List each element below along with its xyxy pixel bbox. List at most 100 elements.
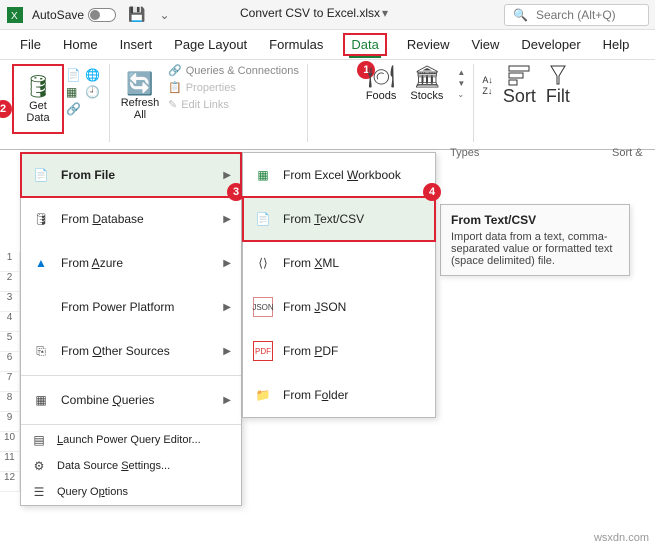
more-data-types-icon[interactable]: ⌄ [457,90,465,99]
row-header[interactable]: 10 [0,432,20,452]
refresh-icon: 🔄 [126,71,153,97]
scroll-up-icon[interactable]: ▲ [457,68,465,77]
tab-formulas[interactable]: Formulas [267,33,325,56]
title-bar: X AutoSave 💾 ⌄ Convert CSV to Excel.xlsx… [0,0,655,30]
menu-from-database[interactable]: 🛢 From Database ▶ [21,197,241,241]
group-label-sort: Sort & [612,147,643,159]
chevron-right-icon: ▶ [223,302,231,313]
ribbon: 🛢 Get Data 2 📄 🌐 ▦ 🕘 🔗 🔄 Refresh All 🔗Qu… [0,60,655,150]
get-data-mini-icons: 📄 🌐 ▦ 🕘 🔗 [66,68,101,116]
chevron-right-icon: ▶ [223,214,231,225]
search-box[interactable]: 🔍 [504,4,649,26]
submenu-from-workbook[interactable]: ▦ From Excel Workbook [243,153,435,197]
refresh-all-button[interactable]: 🔄 Refresh All [118,64,162,128]
tab-data[interactable]: Data [349,33,380,58]
menu-data-source-settings[interactable]: ⚙ Data Source Settings... [21,453,241,479]
tooltip-title: From Text/CSV [451,213,619,227]
tab-data-highlight: Data 1 [343,33,386,56]
filter-button[interactable]: Filt [546,64,570,107]
submenu-from-pdf[interactable]: PDF From PDF [243,329,435,373]
excel-file-icon: ▦ [253,165,273,185]
sort-button[interactable]: Sort [503,64,536,107]
data-type-foods[interactable]: 🍽Foods [366,64,397,102]
recent-sources-icon[interactable]: 🕘 [85,85,101,99]
menu-combine-queries[interactable]: ▦ Combine Queries ▶ [21,378,241,422]
existing-conn-icon[interactable]: 🔗 [66,102,82,116]
document-title[interactable]: Convert CSV to Excel.xlsx▾ [240,6,388,20]
save-icon[interactable]: 💾 [128,6,145,23]
row-header[interactable]: 11 [0,452,20,472]
svg-text:X: X [11,11,18,22]
xml-file-icon: ⟨⟩ [253,253,273,273]
sort-az-icon[interactable]: A↓Z↓ [482,75,493,96]
submenu-from-folder[interactable]: 📁 From Folder [243,373,435,417]
submenu-from-json[interactable]: JSON From JSON [243,285,435,329]
link-icon: 🔗 [168,64,182,77]
chevron-right-icon: ▶ [223,395,231,406]
row-header[interactable]: 9 [0,412,20,432]
search-icon: 🔍 [513,8,528,22]
pq-editor-icon: ▤ [31,432,47,448]
scroll-down-icon[interactable]: ▼ [457,79,465,88]
row-header[interactable]: 6 [0,352,20,372]
chevron-right-icon: ▶ [223,258,231,269]
edit-links-icon: ✎ [168,98,177,111]
azure-icon: ▲ [31,253,51,273]
menu-from-file[interactable]: 📄 From File ▶ 3 [21,153,241,197]
foods-icon: 🍽 [367,64,395,90]
row-header[interactable]: 1 [0,252,20,272]
json-file-icon: JSON [253,297,273,317]
tab-file[interactable]: File [18,33,43,56]
excel-app-icon: X [6,6,24,24]
data-type-stocks[interactable]: 🏛Stocks [410,64,443,102]
row-header[interactable]: 4 [0,312,20,332]
row-header[interactable]: 5 [0,332,20,352]
menu-from-power-platform[interactable]: From Power Platform ▶ [21,285,241,329]
get-data-button[interactable]: 🛢 Get Data [16,67,60,131]
from-text-icon[interactable]: 📄 [66,68,82,82]
tab-help[interactable]: Help [601,33,632,56]
pdf-file-icon: PDF [253,341,273,361]
tab-home[interactable]: Home [61,33,100,56]
database-icon: 🛢 [31,209,51,229]
options-icon: ☰ [31,484,47,500]
autosave-toggle[interactable] [88,8,116,22]
row-header[interactable]: 2 [0,272,20,292]
badge-2: 2 [0,100,12,118]
submenu-from-text-csv[interactable]: 📄 From Text/CSV 4 [243,197,435,241]
menu-launch-pq-editor[interactable]: ▤ Launch Power Query Editor... [21,427,241,453]
settings-icon: ⚙ [31,458,47,474]
from-file-submenu: ▦ From Excel Workbook 📄 From Text/CSV 4 … [242,152,436,418]
folder-icon: 📁 [253,385,273,405]
submenu-from-xml[interactable]: ⟨⟩ From XML [243,241,435,285]
tab-page-layout[interactable]: Page Layout [172,33,249,56]
tab-view[interactable]: View [469,33,501,56]
from-web-icon[interactable]: 🌐 [85,68,101,82]
combine-icon: ▦ [31,390,51,410]
menu-from-other-sources[interactable]: ⎘ From Other Sources ▶ [21,329,241,373]
group-label-types: Types [450,147,479,159]
queries-connections-button[interactable]: 🔗Queries & Connections [168,64,299,77]
from-table-icon[interactable]: ▦ [66,85,82,99]
tab-insert[interactable]: Insert [118,33,155,56]
autosave-label: AutoSave [32,8,84,22]
chevron-right-icon: ▶ [223,170,231,181]
menu-from-azure[interactable]: ▲ From Azure ▶ [21,241,241,285]
row-header[interactable]: 7 [0,372,20,392]
tooltip-body: Import data from a text, comma-separated… [451,231,612,267]
tab-developer[interactable]: Developer [519,33,582,56]
undo-dropdown-icon[interactable]: ⌄ [159,8,169,22]
search-input[interactable] [534,7,640,23]
row-header[interactable]: 12 [0,472,20,492]
row-header[interactable]: 3 [0,292,20,312]
row-header[interactable]: 8 [0,392,20,412]
menu-bar: File Home Insert Page Layout Formulas Da… [0,30,655,60]
database-icon: 🛢 [24,74,52,100]
tooltip-from-text-csv: From Text/CSV Import data from a text, c… [440,204,630,276]
menu-query-options[interactable]: ☰ Query Options [21,479,241,505]
chevron-right-icon: ▶ [223,346,231,357]
tab-review[interactable]: Review [405,33,452,56]
edit-links-button[interactable]: ✎Edit Links [168,98,299,111]
get-data-highlight: 🛢 Get Data 2 [12,64,64,134]
properties-button[interactable]: 📋Properties [168,81,299,94]
